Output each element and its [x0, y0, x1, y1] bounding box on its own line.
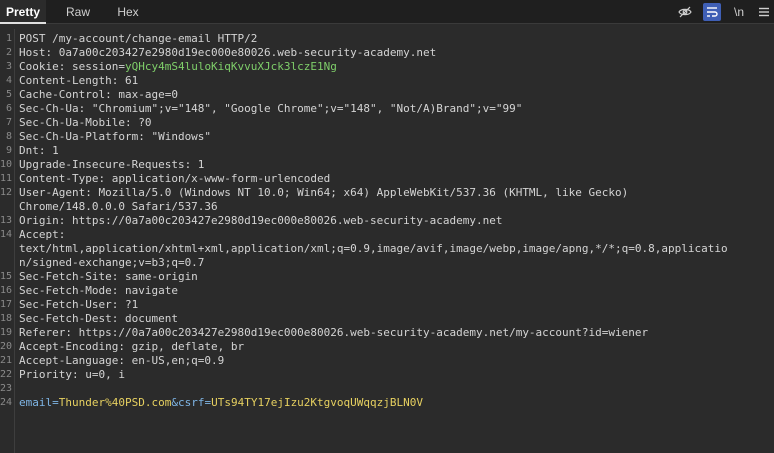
line-text: Content-Length: 61: [19, 74, 139, 87]
code-line: 4 Content-Length: 61: [0, 74, 774, 88]
code-line: 13 Origin: https://0a7a00c203427e2980d19e…: [0, 214, 774, 228]
line-text: n/signed-exchange;v=b3;q=0.7: [19, 256, 205, 269]
line-number: 21: [0, 355, 13, 366]
code-line: 10 Upgrade-Insecure-Requests: 1: [0, 158, 774, 172]
code-line: 18 Sec-Fetch-Dest: document: [0, 312, 774, 326]
wrap-lines-icon[interactable]: [703, 3, 721, 21]
code-line: 7 Sec-Ch-Ua-Mobile: ?0: [0, 116, 774, 130]
line-text: Accept-Language: en-US,en;q=0.9: [19, 354, 225, 367]
code-line: 17 Sec-Fetch-User: ?1: [0, 298, 774, 312]
line-text: Sec-Ch-Ua-Platform: "Windows": [19, 130, 212, 143]
line-number: 7: [5, 117, 12, 128]
request-text[interactable]: 1 POST /my-account/change-email HTTP/2 2 Ho…: [0, 32, 774, 410]
line-text: Sec-Ch-Ua: "Chromium";v="148", "Google C…: [19, 102, 523, 115]
line-number: 11: [0, 173, 13, 184]
code-line: 15 Sec-Fetch-Site: same-origin: [0, 270, 774, 284]
code-line: 9 Dnt: 1: [0, 144, 774, 158]
line-text: Sec-Fetch-User: ?1: [19, 298, 139, 311]
code-line: 19 Referer: https://0a7a00c203427e2980d19…: [0, 326, 774, 340]
line-number: 24: [0, 397, 13, 408]
line-number: 10: [0, 159, 13, 170]
eye-off-icon[interactable]: [676, 3, 694, 21]
line-text: Sec-Fetch-Dest: document: [19, 312, 178, 325]
line-number: 4: [5, 75, 12, 86]
code-line: 5 Cache-Control: max-age=0: [0, 88, 774, 102]
line-number: 6: [5, 103, 12, 114]
line-text: Sec-Fetch-Site: same-origin: [19, 270, 198, 283]
code-line: Chrome/148.0.0.0 Safari/537.36: [0, 200, 774, 214]
code-line: 6 Sec-Ch-Ua: "Chromium";v="148", "Google …: [0, 102, 774, 116]
code-line: 24 email=Thunder%40PSD.com&csrf=UTs94TY17…: [0, 396, 774, 410]
code-line: 14 Accept:: [0, 228, 774, 242]
line-number: 9: [5, 145, 12, 156]
code-line: n/signed-exchange;v=b3;q=0.7: [0, 256, 774, 270]
line-text: User-Agent: Mozilla/5.0 (Windows NT 10.0…: [19, 186, 629, 199]
eye-off-icon-glyph: [678, 6, 692, 18]
line-number: 13: [0, 215, 13, 226]
line-number: 15: [0, 271, 13, 282]
wrap-lines-icon-glyph: [707, 7, 718, 17]
line-number: 12: [0, 187, 13, 198]
tab-raw[interactable]: Raw: [58, 0, 98, 24]
tab-pretty[interactable]: Pretty: [0, 0, 46, 24]
line-text: Priority: u=0, i: [19, 368, 125, 381]
line-text: Sec-Fetch-Mode: navigate: [19, 284, 178, 297]
tab-hex[interactable]: Hex: [108, 0, 148, 24]
line-text: Cookie: session=yQHcy4mS4luloKiqKvvuXJck…: [19, 60, 337, 73]
line-text: Accept-Encoding: gzip, deflate, br: [19, 340, 245, 353]
code-line: 3 Cookie: session=yQHcy4mS4luloKiqKvvuXJc…: [0, 60, 774, 74]
line-number: 17: [0, 299, 13, 310]
line-text: POST /my-account/change-email HTTP/2: [19, 32, 258, 45]
code-line: 1 POST /my-account/change-email HTTP/2: [0, 32, 774, 46]
line-text: Sec-Ch-Ua-Mobile: ?0: [19, 116, 152, 129]
line-number: 3: [5, 61, 12, 72]
line-text: Content-Type: application/x-www-form-url…: [19, 172, 331, 185]
line-text: text/html,application/xhtml+xml,applicat…: [19, 242, 728, 255]
menu-icon-glyph: [759, 7, 769, 17]
line-text: Referer: https://0a7a00c203427e2980d19ec…: [19, 326, 649, 339]
line-number: 20: [0, 341, 13, 352]
code-line: 12 User-Agent: Mozilla/5.0 (Windows NT 10…: [0, 186, 774, 200]
line-number: 14: [0, 229, 13, 240]
line-text: Upgrade-Insecure-Requests: 1: [19, 158, 205, 171]
line-number: 22: [0, 369, 13, 380]
code-line: 20 Accept-Encoding: gzip, deflate, br: [0, 340, 774, 354]
line-text: Chrome/148.0.0.0 Safari/537.36: [19, 200, 218, 213]
line-number: 23: [0, 383, 13, 394]
line-number: 1: [5, 33, 12, 44]
line-text: Accept:: [19, 228, 66, 241]
menu-icon[interactable]: [755, 3, 773, 21]
line-text: email=Thunder%40PSD.com&csrf=UTs94TY17ej…: [19, 396, 424, 409]
code-line: 23: [0, 382, 774, 396]
code-line: 16 Sec-Fetch-Mode: navigate: [0, 284, 774, 298]
line-text: Dnt: 1: [19, 144, 59, 157]
line-text: Cache-Control: max-age=0: [19, 88, 178, 101]
code-line: 21 Accept-Language: en-US,en;q=0.9: [0, 354, 774, 368]
code-line: 11 Content-Type: application/x-www-form-u…: [0, 172, 774, 186]
line-number: 2: [5, 47, 12, 58]
line-number: 19: [0, 327, 13, 338]
line-number: 16: [0, 285, 13, 296]
message-editor-toolbar: Pretty Raw Hex \n: [0, 0, 774, 24]
request-editor[interactable]: 1 POST /my-account/change-email HTTP/2 2 Ho…: [0, 29, 774, 453]
code-line: text/html,application/xhtml+xml,applicat…: [0, 242, 774, 256]
newline-toggle[interactable]: \n: [730, 3, 748, 21]
line-number: 5: [5, 89, 12, 100]
line-number: 18: [0, 313, 13, 324]
line-text: Host: 0a7a00c203427e2980d19ec000e80026.w…: [19, 46, 437, 59]
line-text: Origin: https://0a7a00c203427e2980d19ec0…: [19, 214, 503, 227]
line-number: 8: [5, 131, 12, 142]
code-line: 2 Host: 0a7a00c203427e2980d19ec000e80026.…: [0, 46, 774, 60]
code-line: 8 Sec-Ch-Ua-Platform: "Windows": [0, 130, 774, 144]
code-line: 22 Priority: u=0, i: [0, 368, 774, 382]
